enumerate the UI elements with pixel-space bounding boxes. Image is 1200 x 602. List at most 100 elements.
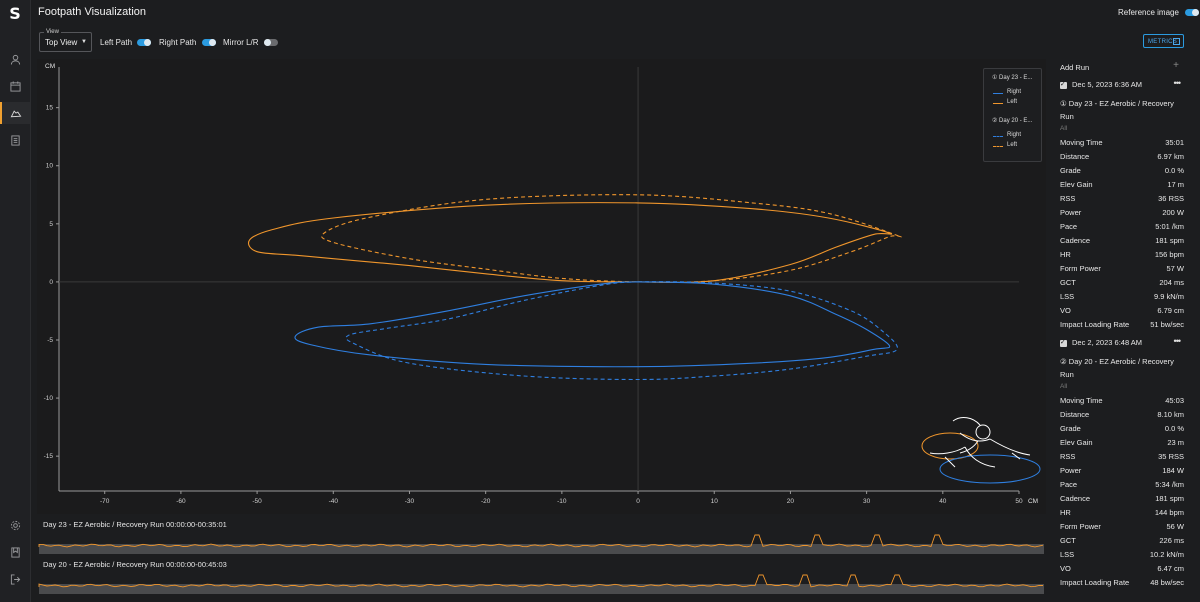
legend-swatch-right-2	[993, 136, 1003, 137]
header: Footpath Visualization Reference image	[30, 0, 1200, 26]
run-date: Dec 2, 2023 6:48 AM	[1072, 338, 1143, 347]
plus-icon[interactable]: +	[1173, 60, 1179, 71]
metric-name: Elev Gain	[1060, 438, 1093, 447]
x-tick-label: -10	[557, 498, 567, 505]
y-tick-label: 0	[49, 279, 53, 286]
run-timeline[interactable]: Day 20 - EZ Aerobic / Recovery Run 00:00…	[37, 557, 1046, 595]
left-path-label: Left Path	[100, 38, 133, 47]
metric-value: 5:34 /km	[1155, 480, 1184, 489]
metric-value: 6.97 km	[1157, 152, 1184, 161]
legend-group-title: ② Day 20 - E...	[992, 118, 1033, 124]
legend-entry: Right	[1007, 89, 1022, 95]
calendar-icon[interactable]	[0, 75, 30, 97]
run-date: Dec 5, 2023 6:36 AM	[1072, 80, 1143, 89]
reference-image-label: Reference image	[1118, 8, 1179, 17]
right-path-control: Right Path	[159, 38, 216, 47]
chart-legend: ① Day 23 - E... Right Left ② Day 20 - E.…	[983, 68, 1042, 162]
run-checkbox[interactable]	[1060, 80, 1067, 89]
x-axis-label: CM	[1028, 498, 1038, 505]
metric-value: 156 bpm	[1154, 250, 1184, 259]
metric-value: 17 m	[1167, 180, 1184, 189]
metric-value: 8.10 km	[1157, 410, 1184, 419]
metric-name: HR	[1060, 508, 1071, 517]
metric-name: Grade	[1060, 424, 1081, 433]
metric-name: LSS	[1060, 550, 1075, 559]
run-timeline[interactable]: Day 23 - EZ Aerobic / Recovery Run 00:00…	[37, 517, 1046, 555]
more-options-icon[interactable]: •••	[1174, 78, 1182, 88]
settings-icon[interactable]	[0, 514, 30, 536]
y-tick-label: 5	[49, 221, 53, 228]
app-logo[interactable]: S	[5, 4, 25, 24]
right-path-toggle[interactable]	[201, 39, 216, 47]
metric-value: 6.47 cm	[1157, 564, 1184, 573]
metric-name: Form Power	[1060, 522, 1101, 531]
metric-name: VO	[1060, 306, 1071, 315]
left-path-control: Left Path	[100, 38, 152, 47]
metric-value: 6.79 cm	[1157, 306, 1184, 315]
legend-entry: Right	[1007, 132, 1022, 138]
run-name: ① Day 23 - EZ Aerobic / Recovery Run	[1060, 99, 1174, 121]
legend-entry: Left	[1007, 99, 1018, 105]
legend-swatch-left-1	[993, 103, 1003, 104]
shoe-icon[interactable]	[0, 102, 30, 124]
metric-name: Pace	[1060, 480, 1078, 489]
metrics-button[interactable]: METRICS	[1143, 34, 1184, 48]
metric-name: RSS	[1060, 452, 1076, 461]
metric-name: HR	[1060, 250, 1071, 259]
metric-value: 181 spm	[1155, 236, 1184, 245]
metric-value: 5:01 /km	[1155, 222, 1184, 231]
logout-icon[interactable]	[0, 568, 30, 590]
metric-name: Cadence	[1060, 236, 1091, 245]
report-icon[interactable]	[0, 129, 30, 151]
metric-value: 45:03	[1165, 396, 1184, 405]
mirror-toggle[interactable]	[263, 39, 278, 47]
left-path-toggle[interactable]	[137, 39, 152, 47]
metric-value: 0.0 %	[1164, 166, 1184, 175]
metric-name: Distance	[1060, 152, 1090, 161]
metric-value: 200 W	[1162, 208, 1184, 217]
x-tick-label: 0	[636, 498, 640, 505]
view-select[interactable]: View Top View ▼	[39, 29, 92, 52]
metric-value: 0.0 %	[1164, 424, 1184, 433]
metric-name: Power	[1060, 466, 1082, 475]
metric-value: 181 spm	[1155, 494, 1184, 503]
metric-value: 10.2 kN/m	[1149, 550, 1184, 559]
runs-panel: Add Run + Dec 5, 2023 6:36 AM ••• ① Day …	[1054, 59, 1190, 599]
x-tick-label: 50	[1015, 498, 1023, 505]
y-tick-label: -10	[44, 395, 54, 402]
metric-name: Moving Time	[1060, 138, 1103, 147]
edit-icon	[1173, 38, 1180, 45]
metric-value: 36 RSS	[1158, 194, 1184, 203]
footpath-right-run1	[294, 281, 891, 368]
run-filter: All	[1060, 383, 1068, 390]
user-icon[interactable]	[0, 48, 30, 70]
reference-image-toggle[interactable]	[1185, 9, 1200, 17]
more-options-icon[interactable]: •••	[1174, 336, 1182, 346]
chevron-down-icon: ▼	[81, 39, 87, 45]
metric-value: 35 RSS	[1158, 452, 1184, 461]
y-tick-label: -15	[44, 453, 54, 460]
mirror-label: Mirror L/R	[223, 38, 259, 47]
x-tick-label: -40	[329, 498, 339, 505]
run-checkbox[interactable]	[1060, 338, 1067, 347]
metric-value: 184 W	[1162, 466, 1184, 475]
mirror-control: Mirror L/R	[223, 38, 278, 47]
legend-group-title: ① Day 23 - E...	[992, 75, 1033, 81]
metric-name: RSS	[1060, 194, 1076, 203]
metric-value: 9.9 kN/m	[1153, 292, 1184, 301]
footpath-left-run1	[247, 202, 893, 283]
bookmark-icon[interactable]	[0, 541, 30, 563]
metric-value: 226 ms	[1159, 536, 1184, 545]
footpath-plot[interactable]: -70 -60 -50 -40 -30 -20 -10 0 10 20 30 40 50 15 10 5 0 -5…	[37, 59, 1046, 514]
x-tick-label: -30	[405, 498, 415, 505]
x-tick-label: -70	[100, 498, 110, 505]
x-tick-label: -60	[176, 498, 186, 505]
metric-name: Elev Gain	[1060, 180, 1093, 189]
metric-name: Impact Loading Rate	[1060, 578, 1130, 587]
legend-swatch-right-1	[993, 93, 1003, 94]
footpath-left-run2	[321, 194, 902, 283]
metric-name: Grade	[1060, 166, 1081, 175]
legend-entry: Left	[1007, 142, 1018, 148]
metric-name: Impact Loading Rate	[1060, 320, 1130, 329]
y-tick-label: 10	[46, 163, 54, 170]
